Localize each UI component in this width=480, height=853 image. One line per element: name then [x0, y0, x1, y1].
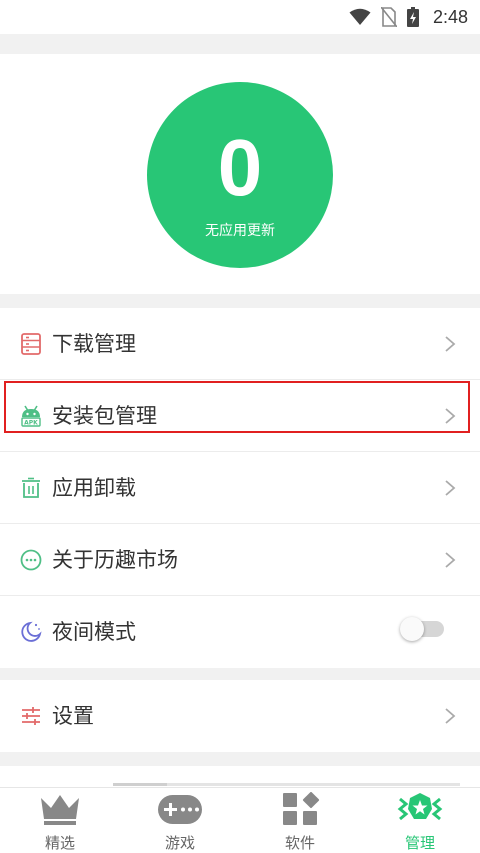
- menu-item-settings[interactable]: 设置: [0, 680, 480, 752]
- sliders-icon: [22, 707, 40, 725]
- scroll-thumb[interactable]: [113, 783, 167, 786]
- tab-label: 精选: [44, 834, 75, 852]
- menu-item-label: 夜间模式: [52, 620, 136, 644]
- status-bar: 2:48: [0, 0, 480, 34]
- chevron-right-icon: [445, 408, 456, 424]
- chevron-right-icon: [445, 552, 456, 568]
- chat-bubble-icon: [20, 549, 42, 571]
- menu-item-app-uninstall[interactable]: 应用卸载: [0, 452, 480, 524]
- moon-icon: [21, 621, 42, 642]
- android-apk-icon: APK: [21, 405, 41, 427]
- status-time: 2:48: [432, 6, 468, 27]
- menu-item-label: 应用卸载: [52, 476, 136, 500]
- apps-grid-icon: [283, 792, 320, 825]
- download-list-icon: [21, 333, 41, 355]
- menu-item-package-manager[interactable]: APK 安装包管理: [0, 380, 480, 452]
- toggle-knob: [400, 617, 424, 641]
- menu-item-night-mode: 夜间模式: [0, 596, 480, 668]
- menu-item-about[interactable]: 关于历趣市场: [0, 524, 480, 596]
- menu-item-download-manager[interactable]: 下载管理: [0, 308, 480, 380]
- manage-menu: 下载管理 APK 安装包管理 应用卸载 关于历趣市场 夜间模式: [0, 308, 480, 668]
- tab-games[interactable]: 游戏: [120, 788, 240, 853]
- night-mode-toggle[interactable]: [400, 617, 444, 641]
- update-count-circle[interactable]: 0 无应用更新: [147, 82, 333, 268]
- update-count: 0: [217, 123, 263, 212]
- tab-label: 软件: [284, 834, 315, 852]
- chevron-right-icon: [445, 480, 456, 496]
- battery-charging-icon: [406, 7, 419, 27]
- chevron-right-icon: [445, 336, 456, 352]
- menu-item-label: 下载管理: [52, 332, 136, 356]
- update-status-text: 无应用更新: [205, 223, 275, 239]
- menu-item-label: 设置: [52, 704, 94, 728]
- scroll-indicator: [113, 783, 460, 786]
- wifi-icon: [349, 8, 371, 25]
- gamepad-icon: [158, 795, 202, 824]
- chevron-right-icon: [445, 708, 456, 724]
- manage-badge-icon: [397, 793, 443, 821]
- scroll-strip: [0, 766, 480, 788]
- menu-item-label: 关于历趣市场: [52, 548, 178, 572]
- tab-featured[interactable]: 精选: [0, 788, 120, 853]
- status-icons: 2:48: [349, 5, 468, 29]
- svg-text:APK: APK: [24, 420, 38, 427]
- settings-menu: 设置: [0, 680, 480, 752]
- tab-manage[interactable]: 管理: [360, 788, 480, 853]
- menu-item-label: 安装包管理: [52, 404, 157, 428]
- crown-icon: [41, 795, 79, 825]
- tab-label: 管理: [404, 834, 435, 852]
- tab-software[interactable]: 软件: [240, 788, 360, 853]
- tab-label: 游戏: [164, 834, 195, 852]
- bottom-nav: 精选 游戏 软件 管理: [0, 787, 480, 853]
- no-sim-icon: [380, 7, 397, 27]
- trash-icon: [22, 477, 40, 498]
- update-panel: 0 无应用更新: [0, 54, 480, 294]
